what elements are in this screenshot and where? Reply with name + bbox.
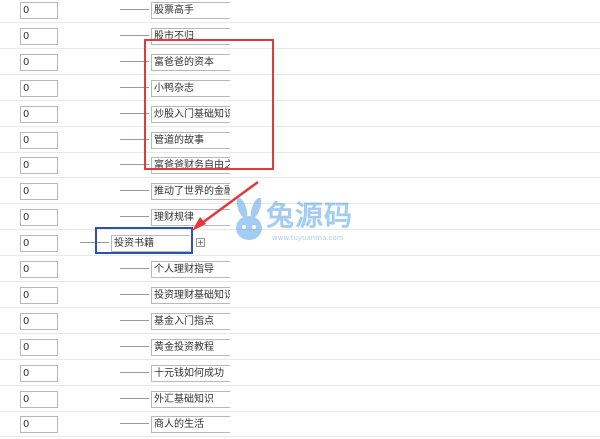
order-input[interactable] (20, 390, 58, 408)
order-input[interactable] (20, 79, 58, 97)
tree-connector-line (120, 216, 149, 218)
tree-connector-line (120, 190, 149, 192)
watermark-url: www.tuyuanma.com (272, 234, 344, 242)
category-name-input[interactable] (151, 261, 230, 278)
tree-connector-line (120, 34, 149, 36)
table-row (0, 22, 600, 49)
table-row (0, 385, 600, 412)
category-name-input[interactable] (151, 338, 230, 356)
highlight-blue-box (95, 227, 193, 254)
tree-connector-line (120, 319, 149, 321)
rabbit-icon (236, 198, 262, 240)
table-row (0, 151, 600, 179)
table-row (0, 255, 600, 282)
order-input[interactable] (20, 183, 58, 201)
expand-icon[interactable]: + (196, 238, 205, 248)
category-name-input[interactable] (151, 416, 230, 434)
order-input[interactable] (20, 261, 58, 278)
watermark-logo: 兔源码 www.tuyuanma.com (232, 194, 382, 254)
table-row (0, 410, 600, 438)
tree-connector-line (120, 268, 149, 269)
table-row (0, 0, 600, 23)
tree-connector-line (120, 345, 149, 347)
order-input[interactable] (20, 364, 58, 382)
order-input[interactable] (20, 131, 58, 149)
category-name-input[interactable] (151, 390, 230, 408)
order-input[interactable] (20, 105, 58, 123)
table-row (0, 100, 600, 127)
category-name-input[interactable] (151, 364, 230, 382)
table-row (0, 126, 600, 153)
table-row (0, 281, 600, 308)
order-input[interactable] (20, 27, 58, 45)
table-row (0, 333, 600, 360)
order-input[interactable] (20, 416, 58, 434)
watermark-text: 兔源码 (266, 199, 354, 232)
highlight-red-box (144, 39, 274, 170)
order-input[interactable] (20, 338, 58, 356)
tree-connector-line (120, 423, 149, 425)
order-input[interactable] (20, 157, 58, 175)
tree-connector-line (120, 397, 149, 399)
tree-connector-line (120, 9, 149, 10)
category-name-input[interactable] (151, 312, 230, 330)
tree-connector-line (120, 293, 149, 295)
category-name-input[interactable] (151, 2, 230, 19)
table-row (0, 48, 600, 75)
table-row (0, 359, 600, 386)
order-input[interactable] (20, 312, 58, 330)
table-row (0, 307, 600, 334)
order-input[interactable] (20, 286, 58, 304)
order-input[interactable] (20, 209, 58, 227)
order-input[interactable] (20, 2, 58, 19)
category-name-input[interactable] (151, 286, 230, 304)
order-input[interactable] (20, 235, 58, 253)
order-input[interactable] (20, 53, 58, 71)
tree-connector-line (120, 371, 149, 373)
table-row (0, 74, 600, 101)
